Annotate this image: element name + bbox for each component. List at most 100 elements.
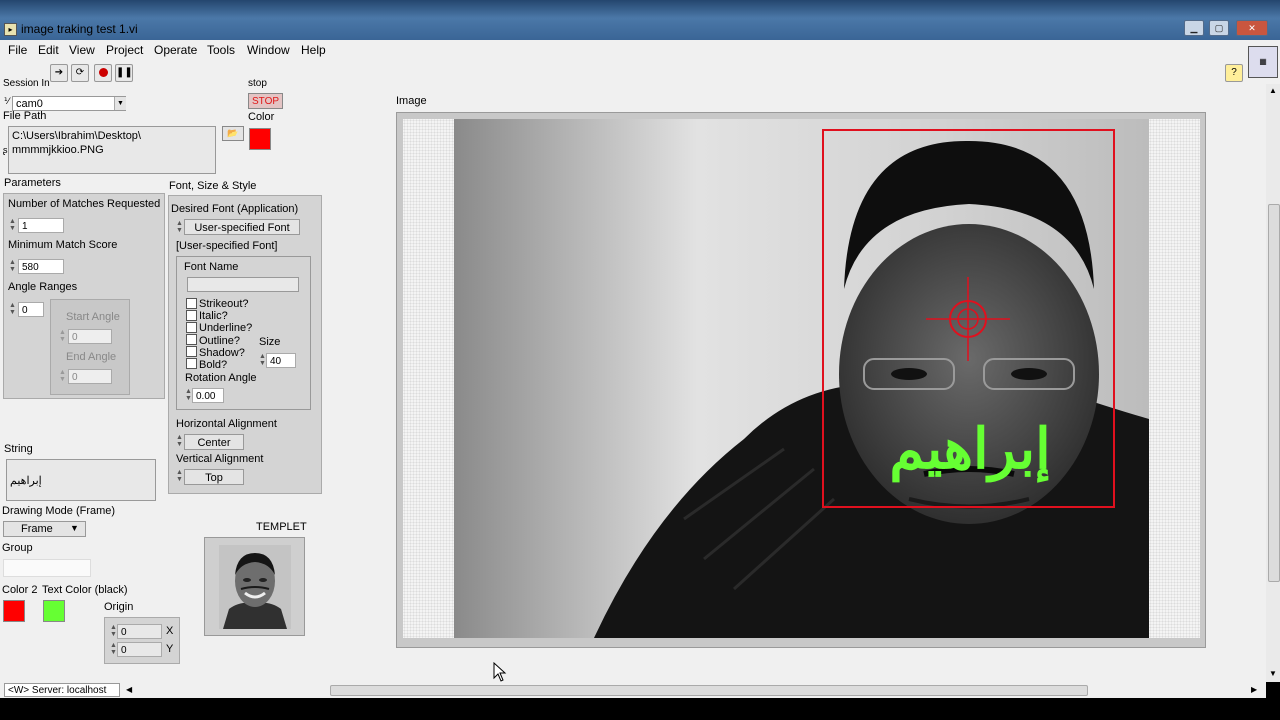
angle-ranges-label: Angle Ranges	[8, 281, 78, 293]
outline-checkbox[interactable]	[186, 334, 197, 345]
color2-label: Color 2	[2, 584, 38, 596]
stop-label: stop	[248, 78, 267, 88]
origin-y-label: Y	[166, 643, 174, 655]
templet-image	[219, 545, 291, 629]
scroll-right-icon[interactable]: ▶	[1251, 685, 1257, 694]
desired-font-ring[interactable]: User-specified Font	[184, 219, 300, 235]
bottom-bar	[0, 698, 1280, 720]
vi-icon: ▸	[4, 23, 17, 36]
menu-project[interactable]: Project	[106, 43, 143, 57]
pause-icon[interactable]: ❚❚	[115, 64, 133, 82]
size-input[interactable]: 40	[266, 353, 296, 368]
path-icon: ʂ	[3, 145, 8, 155]
file-path-input[interactable]: C:\Users\Ibrahim\Desktop\ mmmmjkkioo.PNG	[8, 126, 216, 174]
close-button[interactable]: ✕	[1236, 20, 1268, 36]
session-value: cam0	[16, 98, 43, 110]
color2-box[interactable]	[3, 600, 25, 622]
origin-x-spinner-icon[interactable]: ▲ ▼	[110, 624, 117, 639]
user-font-label: [User-specified Font]	[176, 240, 278, 252]
score-input[interactable]: 580	[18, 259, 64, 274]
session-in-dropdown[interactable]: cam0	[12, 96, 126, 111]
desired-font-label: Desired Font (Application)	[171, 203, 299, 215]
rotation-label: Rotation Angle	[185, 372, 257, 384]
horizontal-scroll-thumb[interactable]	[330, 685, 1088, 696]
origin-y-input[interactable]: 0	[117, 642, 162, 657]
scroll-left-icon[interactable]: ◀	[126, 685, 132, 694]
string-input[interactable]: إبراهيم	[6, 459, 156, 501]
abort-icon[interactable]	[94, 64, 112, 82]
string-label: String	[4, 443, 33, 455]
horizontal-alignment-ring[interactable]: Center	[184, 434, 244, 450]
menu-edit[interactable]: Edit	[38, 43, 59, 57]
desired-font-spinner-icon[interactable]: ▲ ▼	[176, 220, 183, 235]
strikeout-checkbox[interactable]	[186, 298, 197, 309]
bold-checkbox[interactable]	[186, 358, 197, 369]
matches-spinner-icon[interactable]: ▲ ▼	[9, 218, 16, 233]
origin-label: Origin	[104, 601, 134, 613]
font-name-input[interactable]	[187, 277, 299, 292]
drawing-mode-label: Drawing Mode (Frame)	[2, 505, 116, 517]
menu-help[interactable]: Help	[301, 43, 326, 57]
start-angle-spinner-icon[interactable]: ▲ ▼	[59, 329, 66, 344]
start-angle-label: Start Angle	[66, 311, 120, 323]
file-path-line1: C:\Users\Ibrahim\Desktop\	[12, 130, 141, 142]
angle-index-input[interactable]: 0	[18, 302, 44, 317]
horizontal-alignment-label: Horizontal Alignment	[176, 418, 277, 430]
chevron-down-icon[interactable]: ▼	[114, 97, 126, 110]
overlay-text: إبراهيم	[889, 417, 1051, 480]
size-spinner-icon[interactable]: ▲ ▼	[259, 353, 266, 368]
italic-checkbox[interactable]	[186, 310, 197, 321]
mouse-cursor-icon	[493, 661, 507, 685]
end-angle-spinner-icon[interactable]: ▲ ▼	[59, 369, 66, 384]
run-continuously-icon[interactable]: ⟳	[71, 64, 89, 82]
end-angle-label: End Angle	[66, 351, 117, 363]
menu-tools[interactable]: Tools	[207, 43, 235, 57]
rotation-input[interactable]: 0.00	[192, 388, 224, 403]
toolbar	[0, 60, 1280, 85]
vertical-scroll-thumb[interactable]	[1268, 204, 1280, 582]
image-label: Image	[396, 95, 427, 107]
vertical-alignment-label: Vertical Alignment	[176, 453, 264, 465]
menu-file[interactable]: File	[8, 43, 27, 57]
crosshair-icon	[926, 277, 1010, 361]
origin-y-spinner-icon[interactable]: ▲ ▼	[110, 642, 117, 657]
minimize-button[interactable]: ▁	[1184, 20, 1204, 36]
menu-view[interactable]: View	[69, 43, 95, 57]
shadow-label: Shadow?	[199, 347, 245, 359]
score-spinner-icon[interactable]: ▲ ▼	[9, 259, 16, 274]
halign-spinner-icon[interactable]: ▲ ▼	[176, 434, 183, 449]
menu-operate[interactable]: Operate	[154, 43, 197, 57]
scroll-down-icon[interactable]: ▼	[1266, 669, 1280, 678]
rotation-spinner-icon[interactable]: ▲ ▼	[185, 388, 192, 403]
origin-x-label: X	[166, 625, 174, 637]
text-color-box[interactable]	[43, 600, 65, 622]
run-icon[interactable]: ➔	[50, 64, 68, 82]
origin-x-input[interactable]: 0	[117, 624, 162, 639]
start-angle-input[interactable]: 0	[68, 329, 112, 344]
underline-checkbox[interactable]	[186, 322, 197, 333]
stop-button[interactable]: STOP	[248, 93, 283, 109]
drawing-mode-value: Frame	[21, 523, 53, 535]
group-input[interactable]	[3, 559, 91, 577]
chevron-down-icon[interactable]: ▼	[70, 523, 79, 533]
bold-label: Bold?	[199, 359, 228, 371]
scroll-up-icon[interactable]: ▲	[1266, 86, 1280, 95]
strikeout-label: Strikeout?	[199, 298, 249, 310]
font-style-label: Font, Size & Style	[169, 180, 257, 192]
browse-folder-icon[interactable]: 📂	[222, 126, 244, 141]
group-label: Group	[2, 542, 33, 554]
matches-input[interactable]: 1	[18, 218, 64, 233]
vertical-alignment-ring[interactable]: Top	[184, 469, 244, 485]
window-title: image traking test 1.vi	[21, 22, 138, 36]
menu-window[interactable]: Window	[247, 43, 290, 57]
font-name-label: Font Name	[184, 261, 239, 273]
angle-index-spinner-icon[interactable]: ▲ ▼	[9, 302, 16, 317]
maximize-button[interactable]: ▢	[1209, 20, 1229, 36]
valign-spinner-icon[interactable]: ▲ ▼	[176, 469, 183, 484]
context-help-icon[interactable]: ?	[1225, 64, 1243, 82]
shadow-checkbox[interactable]	[186, 346, 197, 357]
italic-label: Italic?	[199, 310, 228, 322]
session-in-label: Session In	[3, 78, 50, 86]
color-box[interactable]	[249, 128, 271, 150]
end-angle-input[interactable]: 0	[68, 369, 112, 384]
